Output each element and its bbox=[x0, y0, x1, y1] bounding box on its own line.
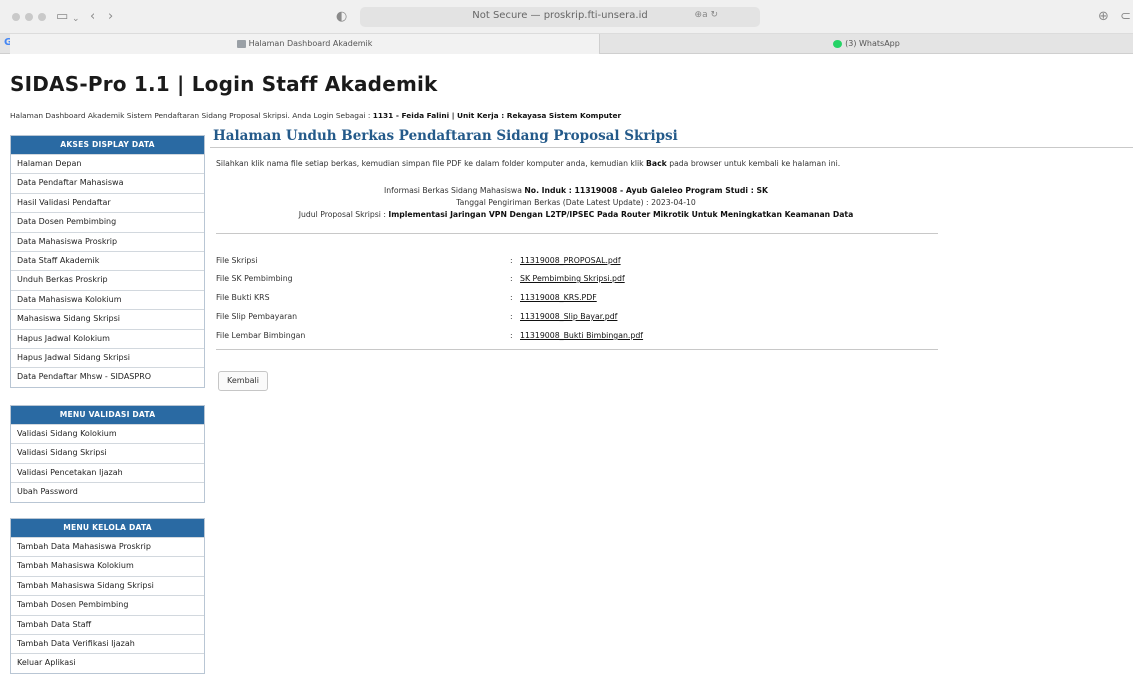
file-colon: : bbox=[510, 312, 513, 321]
sidebar-item-tambah-verifikasi-ijazah[interactable]: Tambah Data Verifikasi Ijazah bbox=[11, 633, 204, 653]
sidebar-item-unduh-berkas[interactable]: Unduh Berkas Proskrip bbox=[11, 270, 204, 289]
sidebar-kelola-data: MENU KELOLA DATA Tambah Data Mahasiswa P… bbox=[10, 518, 205, 674]
file-row: File Bukti KRS : 11319008_KRS.PDF bbox=[216, 293, 936, 307]
file-colon: : bbox=[510, 293, 513, 302]
sidebar-item-validasi-ijazah[interactable]: Validasi Pencetakan Ijazah bbox=[11, 462, 204, 482]
sidebar-item-keluar-aplikasi[interactable]: Keluar Aplikasi bbox=[11, 653, 204, 672]
address-bar[interactable]: Not Secure — proskrip.fti-unsera.id ⊕a ↻ bbox=[360, 7, 760, 27]
sidebar-display-data: AKSES DISPLAY DATA Halaman Depan Data Pe… bbox=[10, 135, 205, 388]
back-arrow-icon[interactable]: ‹ bbox=[90, 8, 95, 26]
login-user: 1131 - Feida Falini | Unit Kerja : Rekay… bbox=[372, 111, 622, 120]
student-id-program: No. Induk : 11319008 - Ayub Galeleo Prog… bbox=[524, 186, 768, 195]
sidebar-toggle-icon[interactable]: ▭ bbox=[56, 8, 68, 26]
file-label: File Skripsi bbox=[216, 256, 258, 265]
file-link-slip-pembayaran[interactable]: 11319008_Slip Bayar.pdf bbox=[520, 312, 617, 321]
login-info-prefix: Halaman Dashboard Akademik Sistem Pendaf… bbox=[10, 111, 373, 120]
tab-dashboard[interactable]: Halaman Dashboard Akademik bbox=[10, 34, 600, 54]
login-info: Halaman Dashboard Akademik Sistem Pendaf… bbox=[10, 111, 621, 120]
sidebar-item-dosen-pembimbing[interactable]: Data Dosen Pembimbing bbox=[11, 212, 204, 231]
instruction-suffix: pada browser untuk kembali ke halaman in… bbox=[666, 159, 841, 168]
forward-arrow-icon[interactable]: › bbox=[108, 8, 113, 26]
download-icon[interactable]: ⊕ bbox=[1098, 8, 1109, 26]
file-colon: : bbox=[510, 274, 513, 283]
sidebar-item-validasi-skripsi[interactable]: Validasi Sidang Skripsi bbox=[11, 443, 204, 462]
sidebar-item-validasi-kolokium[interactable]: Validasi Sidang Kolokium bbox=[11, 424, 204, 443]
minimize-window-button[interactable] bbox=[25, 13, 33, 21]
file-row: File Skripsi : 11319008_PROPOSAL.pdf bbox=[216, 256, 936, 270]
files-bottom-divider bbox=[216, 349, 938, 350]
zoom-window-button[interactable] bbox=[38, 13, 46, 21]
sidebar-item-hapus-jadwal-kolokium[interactable]: Hapus Jadwal Kolokium bbox=[11, 328, 204, 348]
sidebar-heading: MENU VALIDASI DATA bbox=[11, 406, 204, 424]
sidebar-item-mahasiswa-kolokium[interactable]: Data Mahasiswa Kolokium bbox=[11, 289, 204, 309]
file-row: File Slip Pembayaran : 11319008_Slip Bay… bbox=[216, 312, 936, 326]
file-label: File Slip Pembayaran bbox=[216, 312, 298, 321]
file-link-krs[interactable]: 11319008_KRS.PDF bbox=[520, 293, 597, 302]
translate-reload-icons[interactable]: ⊕a ↻ bbox=[695, 10, 718, 20]
title-divider bbox=[210, 147, 1133, 148]
tab-label: Halaman Dashboard Akademik bbox=[248, 39, 373, 48]
file-row: File Lembar Bimbingan : 11319008_Bukti B… bbox=[216, 331, 936, 345]
sidebar-item-hasil-validasi[interactable]: Hasil Validasi Pendaftar bbox=[11, 192, 204, 212]
instruction-text: Silahkan klik nama file setiap berkas, k… bbox=[216, 159, 840, 168]
file-link-sk-pembimbing[interactable]: SK Pembimbing Skripsi.pdf bbox=[520, 274, 625, 283]
file-label: File Bukti KRS bbox=[216, 293, 270, 302]
sidebar-item-sidang-skripsi[interactable]: Mahasiswa Sidang Skripsi bbox=[11, 309, 204, 328]
sidebar-item-tambah-sidang-skripsi[interactable]: Tambah Mahasiswa Sidang Skripsi bbox=[11, 575, 204, 595]
share-icon[interactable]: ⊂ bbox=[1120, 8, 1131, 26]
chevron-down-icon[interactable]: ⌄ bbox=[72, 10, 80, 28]
tab-whatsapp[interactable]: (3) WhatsApp bbox=[600, 34, 1133, 54]
page-favicon-icon bbox=[236, 39, 246, 48]
sidebar-item-halaman-depan[interactable]: Halaman Depan bbox=[11, 154, 204, 173]
sidebar-heading: AKSES DISPLAY DATA bbox=[11, 136, 204, 154]
file-label: File Lembar Bimbingan bbox=[216, 331, 306, 340]
sidebar-item-mahasiswa-proskrip[interactable]: Data Mahasiswa Proskrip bbox=[11, 231, 204, 251]
file-colon: : bbox=[510, 256, 513, 265]
student-info: Informasi Berkas Sidang Mahasiswa No. In… bbox=[216, 186, 936, 195]
page-title: Halaman Unduh Berkas Pendaftaran Sidang … bbox=[213, 128, 678, 144]
sidebar-item-tambah-staff[interactable]: Tambah Data Staff bbox=[11, 614, 204, 634]
sidebar-item-tambah-kolokium[interactable]: Tambah Mahasiswa Kolokium bbox=[11, 556, 204, 575]
sidebar-item-tambah-dosen[interactable]: Tambah Dosen Pembimbing bbox=[11, 595, 204, 614]
sidebar-item-hapus-jadwal-skripsi[interactable]: Hapus Jadwal Sidang Skripsi bbox=[11, 347, 204, 367]
privacy-shield-icon[interactable]: ◐ bbox=[336, 8, 347, 26]
instruction-prefix: Silahkan klik nama file setiap berkas, k… bbox=[216, 159, 647, 168]
file-label: File SK Pembimbing bbox=[216, 274, 293, 283]
sidebar-heading: MENU KELOLA DATA bbox=[11, 519, 204, 537]
back-button[interactable]: Kembali bbox=[218, 371, 268, 391]
whatsapp-icon bbox=[833, 39, 843, 48]
close-window-button[interactable] bbox=[12, 13, 20, 21]
sidebar-item-pendaftar-sidaspro[interactable]: Data Pendaftar Mhsw - SIDASPRO bbox=[11, 367, 204, 386]
window-controls[interactable] bbox=[12, 13, 46, 21]
files-top-divider bbox=[216, 233, 938, 234]
file-colon: : bbox=[510, 331, 513, 340]
file-row: File SK Pembimbing : SK Pembimbing Skrip… bbox=[216, 274, 936, 288]
instruction-back: Back bbox=[646, 159, 667, 168]
tab-label: (3) WhatsApp bbox=[845, 39, 900, 48]
sidebar-item-staff-akademik[interactable]: Data Staff Akademik bbox=[11, 250, 204, 270]
tab-bar: G Halaman Dashboard Akademik (3) WhatsAp… bbox=[0, 34, 1133, 54]
proposal-title-prefix: Judul Proposal Skripsi : bbox=[298, 210, 389, 219]
student-info-prefix: Informasi Berkas Sidang Mahasiswa bbox=[384, 186, 525, 195]
submission-date: Tanggal Pengiriman Berkas (Date Latest U… bbox=[456, 198, 696, 207]
sidebar-validasi-data: MENU VALIDASI DATA Validasi Sidang Kolok… bbox=[10, 405, 205, 503]
file-link-skripsi[interactable]: 11319008_PROPOSAL.pdf bbox=[520, 256, 621, 265]
proposal-title-text: Implementasi Jaringan VPN Dengan L2TP/IP… bbox=[388, 210, 854, 219]
sidebar-item-data-pendaftar[interactable]: Data Pendaftar Mahasiswa bbox=[11, 173, 204, 192]
browser-toolbar: ▭ ⌄ ‹ › ◐ Not Secure — proskrip.fti-unse… bbox=[0, 0, 1133, 34]
sidebar-item-ubah-password[interactable]: Ubah Password bbox=[11, 482, 204, 501]
site-title: SIDAS-Pro 1.1 | Login Staff Akademik bbox=[10, 72, 438, 96]
proposal-title: Judul Proposal Skripsi : Implementasi Ja… bbox=[216, 210, 936, 219]
file-link-lembar-bimbingan[interactable]: 11319008_Bukti Bimbingan.pdf bbox=[520, 331, 643, 340]
sidebar-item-tambah-proskrip[interactable]: Tambah Data Mahasiswa Proskrip bbox=[11, 537, 204, 556]
